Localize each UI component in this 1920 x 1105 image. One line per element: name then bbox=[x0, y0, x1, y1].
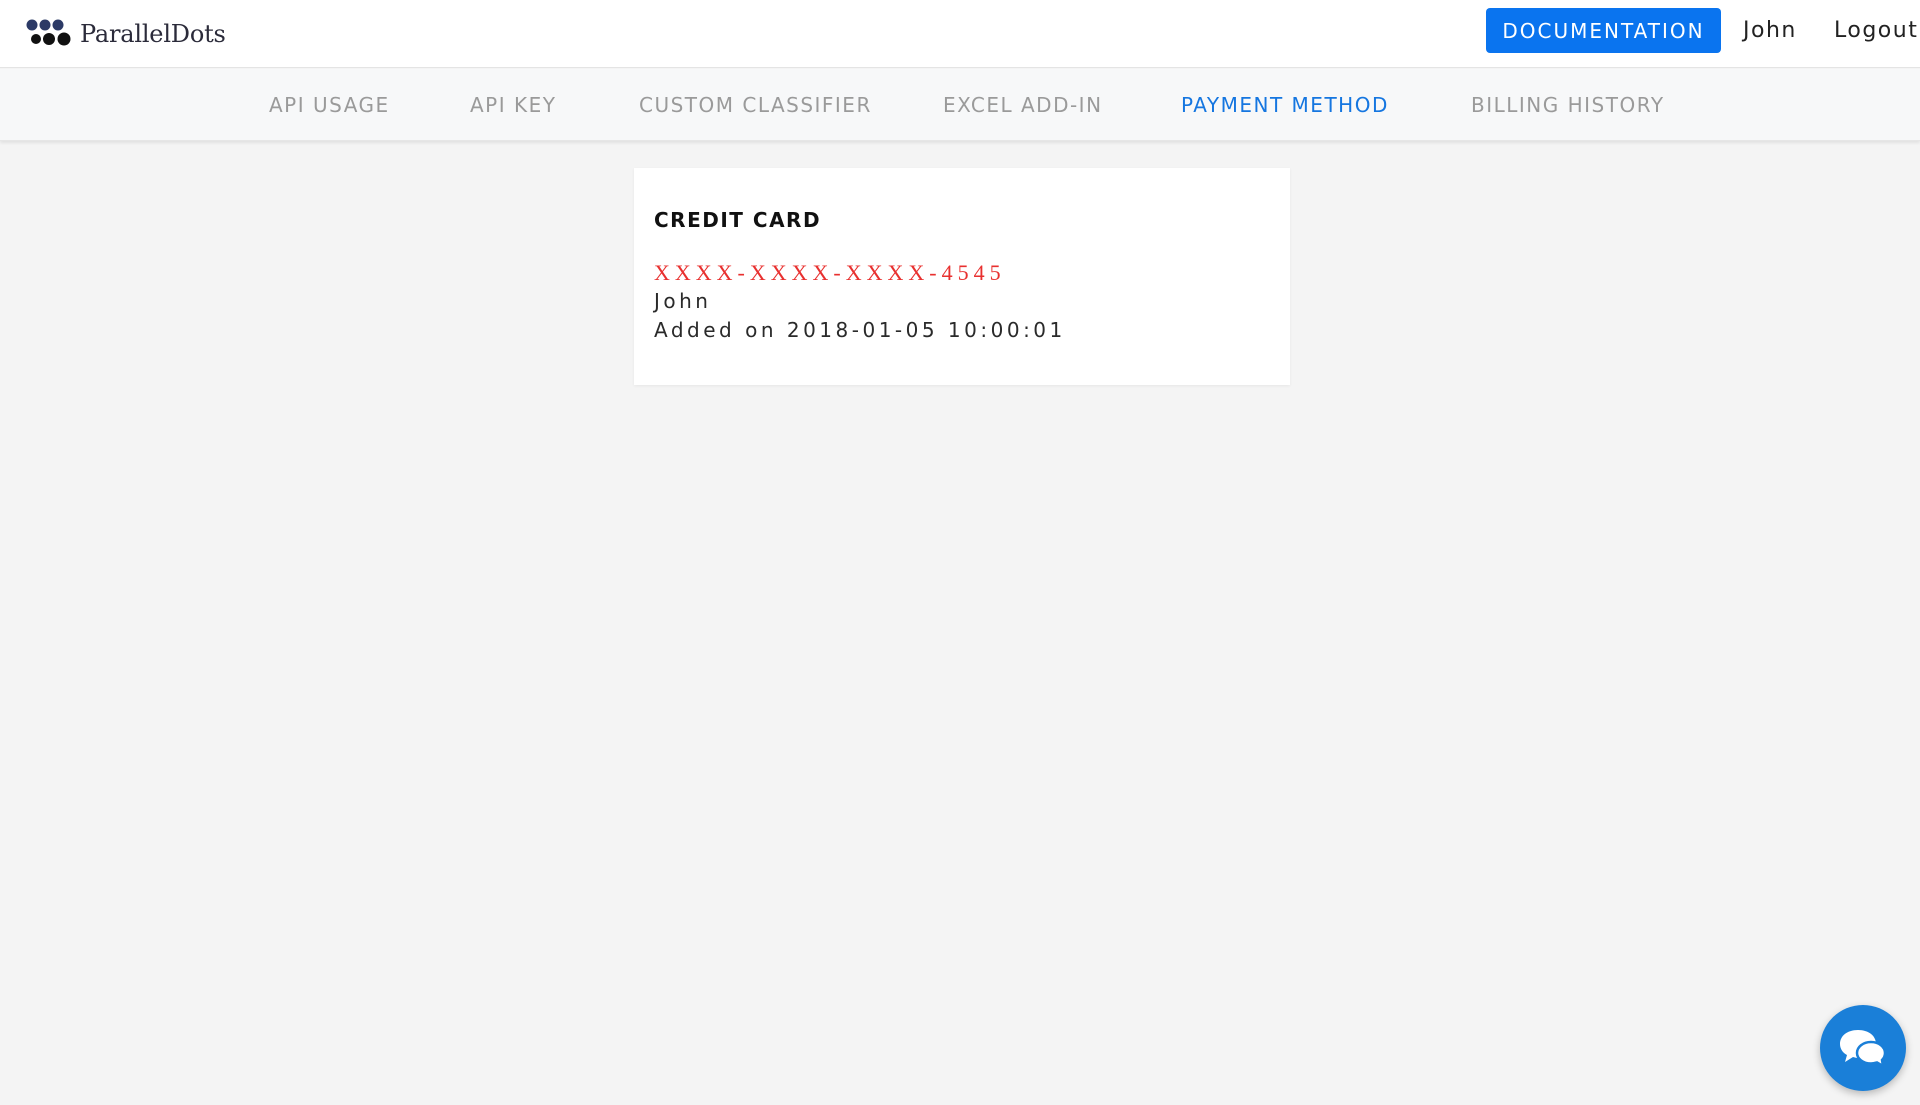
logo[interactable]: ParallelDots bbox=[26, 16, 226, 52]
user-menu-link[interactable]: John bbox=[1743, 18, 1797, 43]
card-title: CREDIT CARD bbox=[654, 208, 822, 232]
credit-card-panel: CREDIT CARD XXXX-XXXX-XXXX-4545 John Add… bbox=[634, 168, 1290, 385]
tab-api-usage[interactable]: API USAGE bbox=[269, 93, 390, 117]
tab-payment-method[interactable]: PAYMENT METHOD bbox=[1181, 93, 1389, 117]
logout-link[interactable]: Logout bbox=[1834, 18, 1918, 43]
tab-excel-add-in[interactable]: EXCEL ADD-IN bbox=[943, 93, 1103, 117]
logo-text: ParallelDots bbox=[80, 20, 226, 48]
card-number: XXXX-XXXX-XXXX-4545 bbox=[654, 260, 1006, 285]
tab-api-key[interactable]: API KEY bbox=[470, 93, 556, 117]
card-added-date: Added on 2018-01-05 10:00:01 bbox=[654, 318, 1066, 342]
logo-dots-icon bbox=[26, 19, 71, 46]
documentation-button[interactable]: DOCUMENTATION bbox=[1486, 8, 1721, 53]
dashboard-tabs: API USAGE API KEY CUSTOM CLASSIFIER EXCE… bbox=[0, 69, 1920, 141]
chat-bubbles-icon bbox=[1840, 1030, 1887, 1069]
top-header: ParallelDots DOCUMENTATION John Logout bbox=[0, 0, 1920, 68]
tab-custom-classifier[interactable]: CUSTOM CLASSIFIER bbox=[639, 93, 872, 117]
tab-billing-history[interactable]: BILLING HISTORY bbox=[1471, 93, 1665, 117]
chat-widget-button[interactable] bbox=[1820, 1005, 1906, 1091]
card-owner-name: John bbox=[654, 289, 712, 313]
